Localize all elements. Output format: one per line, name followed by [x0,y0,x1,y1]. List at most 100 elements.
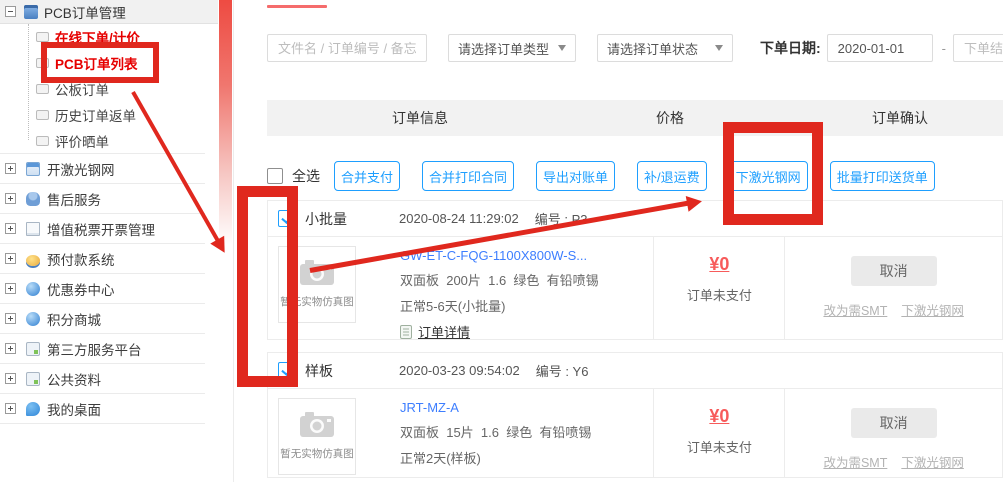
expand-plus-icon[interactable] [5,163,16,174]
order-row-body: 暂无实物仿真图 GW-ET-C-FQG-1100X800W-S... 双面板 2… [268,237,1002,340]
cancel-button[interactable]: 取消 [851,256,937,286]
expand-plus-icon[interactable] [5,313,16,324]
points-icon [26,312,40,326]
sidebar-item-history-reorder[interactable]: 历史订单返单 [0,102,205,128]
sidebar-group-label: PCB订单管理 [44,2,126,22]
board-image-placeholder: 暂无实物仿真图 [278,398,356,475]
board-specs: 双面板 200片 1.6 绿色 有铅喷锡 [400,270,599,289]
expand-plus-icon[interactable] [5,223,16,234]
chevron-down-icon [715,45,723,51]
sidebar-item-vat-invoice[interactable]: 增值税票开票管理 [0,214,205,244]
chevron-down-icon [558,45,566,51]
order-laser-stencil-link[interactable]: 下激光钢网 [901,300,964,319]
camera-icon [300,260,334,285]
sidebar-item-prepay-system[interactable]: 预付款系统 [0,244,205,274]
order-info-cell: 暂无实物仿真图 GW-ET-C-FQG-1100X800W-S... 双面板 2… [268,237,653,340]
order-checkbox[interactable] [278,362,295,379]
order-price[interactable]: ¥0 [709,254,729,275]
sidebar-item-pcb-order-list[interactable]: PCB订单列表 [0,50,205,76]
order-price-cell: ¥0 订单未支付 [653,237,784,340]
order-row: 小批量 2020-08-24 11:29:02 编号 : P3 暂无实物仿真图 [267,200,1003,340]
order-detail-lines: JRT-MZ-A 双面板 15片 1.6 绿色 有铅喷锡 正常2天(样板) 订单… [400,389,591,478]
order-status-select[interactable]: 请选择订单状态 [597,34,733,62]
expand-plus-icon[interactable] [5,193,16,204]
refund-shipping-button[interactable]: 补/退运费 [637,161,707,191]
sidebar-item-review-orders[interactable]: 评价晒单 [0,128,205,154]
merge-print-contract-button[interactable]: 合并打印合同 [422,161,514,191]
order-datetime: 2020-08-24 11:29:02 [399,211,519,226]
order-info-cell: 暂无实物仿真图 JRT-MZ-A 双面板 15片 1.6 绿色 有铅喷锡 正常2… [268,389,653,478]
resources-icon [26,372,40,386]
camera-icon [300,412,334,437]
order-datetime: 2020-03-23 09:54:02 [399,363,520,378]
export-statement-button[interactable]: 导出对账单 [536,161,615,191]
order-type: 样板 [305,361,373,381]
collapse-minus-icon[interactable] [5,6,16,17]
batch-toolbar: 全选 合并支付 合并打印合同 导出对账单 补/退运费 下激光钢网 批量打印送货单 [267,161,957,191]
payment-status: 订单未支付 [687,437,752,456]
header-order-confirm: 订单确认 [872,100,928,136]
date-to-input[interactable] [953,34,1003,62]
expand-plus-icon[interactable] [5,373,16,384]
order-code: 编号 : Y6 [536,361,589,380]
cancel-button[interactable]: 取消 [851,408,937,438]
order-confirm-cell: 取消 改为需SMT 下激光钢网 [784,237,1002,340]
order-laser-stencil-link[interactable]: 下激光钢网 [901,452,964,471]
filter-bar: 请选择订单类型 请选择订单状态 下单日期: - [267,33,1003,63]
select-all-checkbox[interactable] [267,168,283,184]
content-left-border [233,0,234,482]
change-to-smt-link[interactable]: 改为需SMT [823,300,887,319]
menu-item-icon [36,84,49,94]
header-price: 价格 [656,100,684,136]
order-row-body: 暂无实物仿真图 JRT-MZ-A 双面板 15片 1.6 绿色 有铅喷锡 正常2… [268,389,1002,478]
batch-print-delivery-button[interactable]: 批量打印送货单 [830,161,935,191]
desktop-icon [26,402,40,416]
order-code: 编号 : P3 [535,209,588,228]
change-to-smt-link[interactable]: 改为需SMT [823,452,887,471]
sidebar-item-third-party-platform[interactable]: 第三方服务平台 [0,334,205,364]
sidebar-item-coupon-center[interactable]: 优惠券中心 [0,274,205,304]
header-order-info: 订单信息 [392,100,448,136]
merge-pay-button[interactable]: 合并支付 [334,161,400,191]
order-type-select[interactable]: 请选择订单类型 [448,34,576,62]
coupon-icon [26,282,40,296]
order-detail-link[interactable]: 订单详情 [418,474,470,478]
product-name-link[interactable]: GW-ET-C-FQG-1100X800W-S... [400,248,599,263]
menu-item-icon [36,110,49,120]
sidebar: PCB订单管理 在线下单/计价 PCB订单列表 公板订单 历史订单返单 [0,0,218,482]
sidebar-subtree: 在线下单/计价 PCB订单列表 公板订单 历史订单返单 评价晒单 [0,24,205,154]
order-laser-stencil-button[interactable]: 下激光钢网 [729,161,808,191]
sidebar-item-points-mall[interactable]: 积分商城 [0,304,205,334]
order-checkbox[interactable] [278,210,295,227]
board-specs: 双面板 15片 1.6 绿色 有铅喷锡 [400,422,591,441]
menu-item-icon [36,58,49,68]
keyword-input[interactable] [267,34,427,62]
sidebar-item-my-desktop[interactable]: 我的桌面 [0,394,205,424]
red-gradient-scroll-strip [219,0,232,245]
product-name-link[interactable]: JRT-MZ-A [400,400,591,415]
order-detail-link[interactable]: 订单详情 [418,322,470,341]
board-image-placeholder: 暂无实物仿真图 [278,246,356,323]
document-icon [400,325,412,339]
expand-plus-icon[interactable] [5,343,16,354]
laser-stencil-icon [26,162,40,176]
sidebar-item-after-sales[interactable]: 售后服务 [0,184,205,214]
order-type: 小批量 [305,209,373,229]
sidebar-group-pcb-order-management[interactable]: PCB订单管理 [0,0,218,24]
expand-plus-icon[interactable] [5,283,16,294]
sidebar-item-public-resources[interactable]: 公共资料 [0,364,205,394]
sidebar-item-public-board-orders[interactable]: 公板订单 [0,76,205,102]
payment-status: 订单未支付 [687,285,752,304]
expand-plus-icon[interactable] [5,403,16,414]
expand-plus-icon[interactable] [5,253,16,264]
sidebar-item-online-order[interactable]: 在线下单/计价 [0,24,205,50]
sidebar-item-laser-stencil[interactable]: 开激光钢网 [0,154,205,184]
menu-item-icon [36,136,49,146]
order-price[interactable]: ¥0 [709,406,729,427]
delivery-time: 正常5-6天(小批量) [400,296,599,315]
date-from-input[interactable] [827,34,933,62]
order-confirm-cell: 取消 改为需SMT 下激光钢网 [784,389,1002,478]
date-range-separator: - [942,41,946,56]
prepay-icon [26,255,40,266]
document-icon [400,477,412,479]
